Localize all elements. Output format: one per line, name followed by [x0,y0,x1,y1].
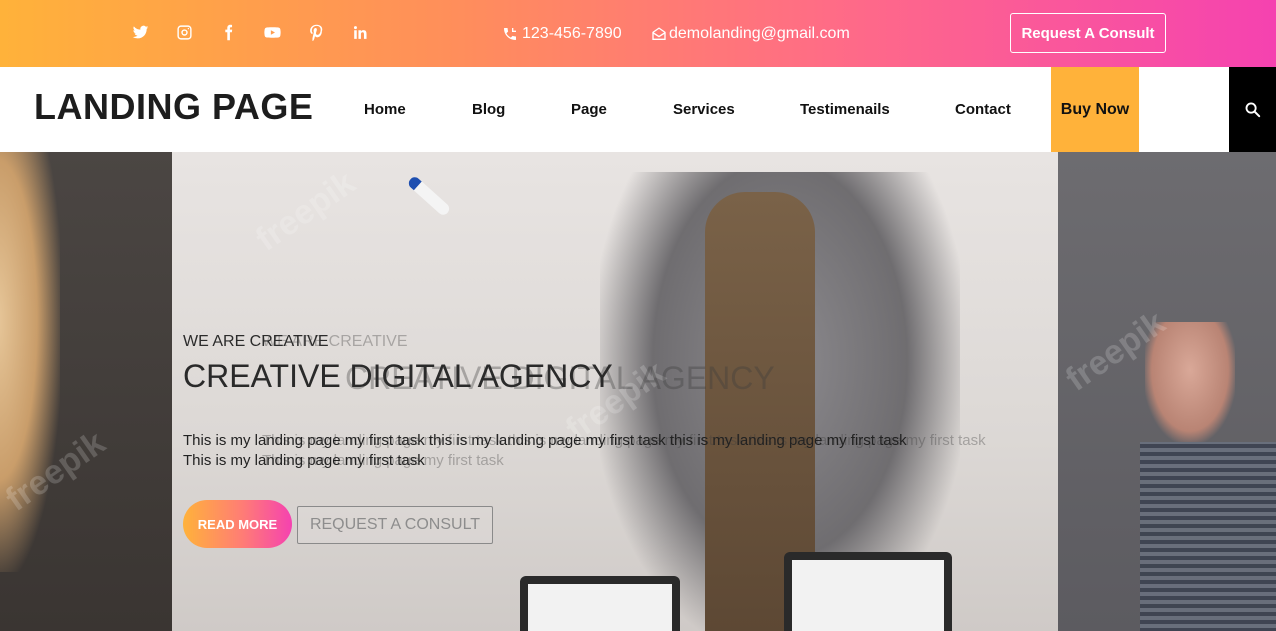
read-more-button[interactable]: READ MORE [183,500,292,548]
request-consult-button[interactable]: Request A Consult [1010,13,1166,53]
envelope-open-icon [652,27,666,40]
linkedin-icon[interactable] [352,22,396,42]
youtube-icon[interactable] [264,22,308,42]
search-icon [1245,102,1261,118]
hero-paragraph-line1: This is my landing page my first task th… [183,432,907,449]
nav-item-home[interactable]: Home [364,101,406,118]
email-address: demolanding@gmail.com [669,25,850,42]
hero-bg-laptop-left [520,576,680,631]
search-button[interactable] [1229,67,1276,152]
hero-bg-person-right [1140,442,1276,631]
hero-eyebrow: WE ARE CREATIVE [183,333,329,350]
phone-number: 123-456-7890 [522,25,622,42]
nav-item-testimonials[interactable]: Testimenails [800,101,890,118]
facebook-icon[interactable] [220,22,264,42]
hero-bg-laptop-right [784,552,952,631]
nav-item-blog[interactable]: Blog [472,101,505,118]
buy-now-button[interactable]: Buy Now [1051,67,1139,152]
nav-item-page[interactable]: Page [571,101,607,118]
hero-headline: CREATIVE DIGITAL AGENCY [183,358,613,394]
hero-section: freepik freepik freepik freepik WE ARE C… [0,152,1276,631]
hero-request-consult-button[interactable]: REQUEST A CONSULT [297,506,493,544]
site-logo[interactable]: LANDING PAGE [34,86,313,128]
instagram-icon[interactable] [176,22,220,42]
email-contact[interactable]: demolanding@gmail.com [651,25,850,43]
nav-item-services[interactable]: Services [673,101,735,118]
pinterest-icon[interactable] [308,22,352,42]
phone-icon [504,28,516,40]
top-bar: 123-456-7890 demolanding@gmail.com Reque… [0,0,1276,67]
social-links [132,22,396,42]
nav-item-contact[interactable]: Contact [955,101,1011,118]
hero-paragraph: This is my landing page my first task th… [183,431,973,471]
navbar: LANDING PAGE Home Blog Page Services Tes… [0,67,1276,152]
twitter-icon[interactable] [132,22,176,42]
hero-paragraph-line2: This is my landing page my first task [183,452,425,469]
phone-contact[interactable]: 123-456-7890 [502,25,622,43]
